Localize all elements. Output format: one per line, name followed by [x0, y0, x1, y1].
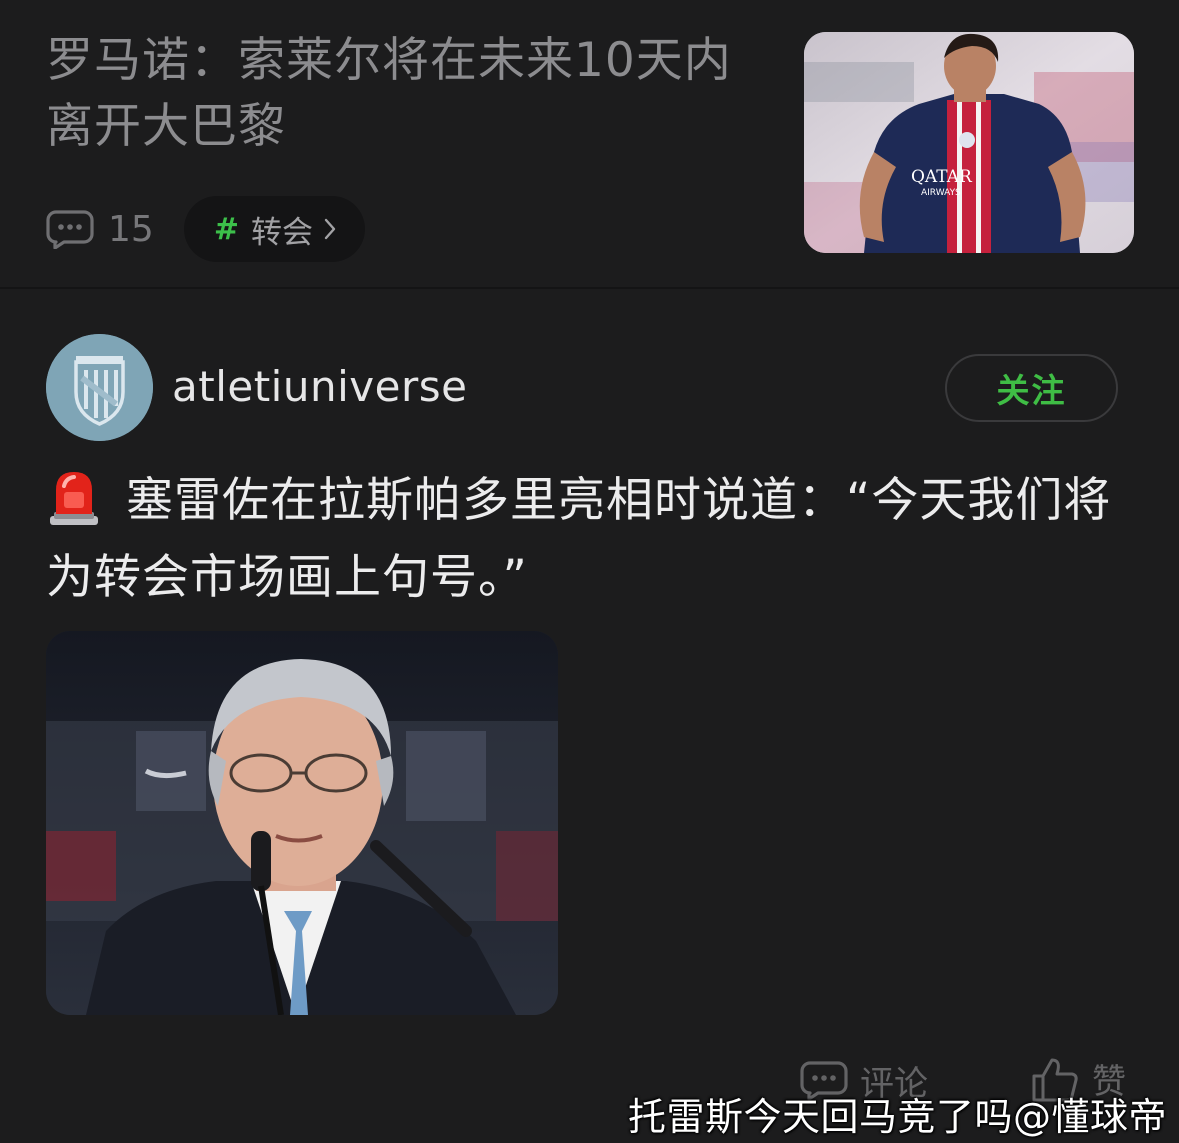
topic-tag-transfer[interactable]: # 转会 — [183, 196, 365, 262]
post-text: 塞雷佐在拉斯帕多里亮相时说道：“今天我们将为转会市场画上句号。” — [46, 462, 1141, 616]
press-conference-photo — [46, 631, 558, 1015]
watermark: 托雷斯今天回马竞了吗@懂球帝 — [627, 1095, 1167, 1139]
section-divider — [0, 287, 1179, 289]
username[interactable]: atletiuniverse — [172, 362, 467, 411]
avatar[interactable] — [46, 334, 153, 441]
hashtag-icon: # — [213, 211, 239, 247]
comment-bubble-icon[interactable] — [46, 209, 94, 249]
atletico-crest-icon — [46, 334, 153, 441]
rotating-light-icon — [50, 472, 98, 525]
feed-page: 罗马诺：索莱尔将在未来10天内离开大巴黎 15 # 转会 QATAR AIRWA… — [0, 0, 1179, 1143]
comment-count: 15 — [108, 208, 154, 250]
psg-player-photo: QATAR AIRWAYS — [804, 32, 1134, 253]
news-thumbnail[interactable]: QATAR AIRWAYS — [804, 32, 1134, 253]
svg-text:AIRWAYS: AIRWAYS — [921, 188, 961, 198]
follow-button[interactable]: 关注 — [945, 354, 1118, 422]
topic-tag-label: 转会 — [250, 214, 313, 251]
post-body-text: 塞雷佐在拉斯帕多里亮相时说道：“今天我们将为转会市场画上句号。” — [46, 473, 1112, 605]
chevron-right-icon — [324, 218, 336, 240]
post-photo[interactable] — [46, 631, 558, 1015]
svg-text:QATAR: QATAR — [911, 167, 973, 187]
news-card[interactable]: 罗马诺：索莱尔将在未来10天内离开大巴黎 15 # 转会 QATAR AIRWA… — [0, 0, 1179, 288]
news-meta: 15 # 转会 — [46, 196, 365, 262]
news-title[interactable]: 罗马诺：索莱尔将在未来10天内离开大巴黎 — [46, 28, 766, 160]
